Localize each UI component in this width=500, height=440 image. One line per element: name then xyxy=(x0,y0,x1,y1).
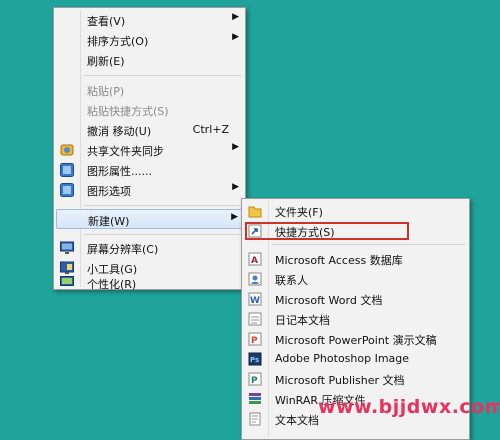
menu-item-undo-move[interactable]: 撤消 移动(U) Ctrl+Z xyxy=(56,120,243,140)
graphics-properties-label: 图形属性...... xyxy=(87,165,152,178)
folder-label: 文件夹(F) xyxy=(275,206,323,219)
submenu-arrow-icon: ▶ xyxy=(232,12,239,22)
personalize-icon xyxy=(60,276,74,290)
submenu-arrow-icon: ▶ xyxy=(231,212,238,222)
submenu-arrow-icon: ▶ xyxy=(232,182,239,192)
submenu-arrow-icon: ▶ xyxy=(232,32,239,42)
powerpoint-icon: P xyxy=(248,332,262,346)
svg-text:Ps: Ps xyxy=(250,356,259,364)
menu-item-share-sync[interactable]: 共享文件夹同步 ▶ xyxy=(56,140,243,160)
share-sync-label: 共享文件夹同步 xyxy=(87,145,164,158)
svg-text:P: P xyxy=(251,336,258,346)
refresh-label: 刷新(E) xyxy=(87,55,125,68)
new-label: 新建(W) xyxy=(88,215,130,228)
menu-item-paste[interactable]: 粘贴(P) xyxy=(56,80,243,100)
contact-label: 联系人 xyxy=(275,274,308,287)
gadgets-label: 小工具(G) xyxy=(87,263,138,276)
word-icon: W xyxy=(248,292,262,306)
menu-item-gadgets[interactable]: 小工具(G) xyxy=(56,258,243,278)
undo-move-label: 撤消 移动(U) xyxy=(87,125,152,138)
access-icon: A xyxy=(248,252,262,266)
personalize-label: 个性化(R) xyxy=(87,278,137,291)
winrar-icon xyxy=(248,392,262,406)
screen-resolution-label: 屏幕分辨率(C) xyxy=(87,243,159,256)
highlight-box xyxy=(245,222,409,240)
paste-shortcut-label: 粘贴快捷方式(S) xyxy=(87,105,169,118)
svg-text:P: P xyxy=(251,376,258,386)
menu-item-personalize[interactable]: 个性化(R) xyxy=(56,276,243,291)
menu-separator xyxy=(84,234,241,235)
gadgets-icon xyxy=(60,261,74,275)
access-label: Microsoft Access 数据库 xyxy=(275,254,403,267)
undo-shortcut-key: Ctrl+Z xyxy=(192,123,229,136)
publisher-label: Microsoft Publisher 文档 xyxy=(275,374,405,387)
submenu-item-publisher[interactable]: P Microsoft Publisher 文档 xyxy=(244,369,467,389)
journal-icon xyxy=(248,312,262,326)
submenu-item-contact[interactable]: 联系人 xyxy=(244,269,467,289)
menu-item-paste-shortcut[interactable]: 粘贴快捷方式(S) xyxy=(56,100,243,120)
submenu-item-photoshop[interactable]: Ps Adobe Photoshop Image xyxy=(244,349,467,369)
submenu-item-powerpoint[interactable]: P Microsoft PowerPoint 演示文稿 xyxy=(244,329,467,349)
photoshop-label: Adobe Photoshop Image xyxy=(275,352,410,365)
submenu-item-word[interactable]: W Microsoft Word 文档 xyxy=(244,289,467,309)
menu-item-graphics-options[interactable]: 图形选项 ▶ xyxy=(56,180,243,200)
menu-item-new[interactable]: 新建(W) ▶ xyxy=(56,209,243,229)
menu-separator xyxy=(272,244,465,245)
sort-label: 排序方式(O) xyxy=(87,35,149,48)
folder-icon xyxy=(248,204,262,218)
submenu-item-folder[interactable]: 文件夹(F) xyxy=(244,201,467,221)
photoshop-icon: Ps xyxy=(248,352,262,366)
submenu-item-access[interactable]: A Microsoft Access 数据库 xyxy=(244,249,467,269)
menu-separator xyxy=(84,75,241,76)
submenu-item-journal[interactable]: 日记本文档 xyxy=(244,309,467,329)
menu-item-sort[interactable]: 排序方式(O) ▶ xyxy=(56,30,243,50)
menu-item-screen-resolution[interactable]: 屏幕分辨率(C) xyxy=(56,238,243,258)
contact-icon xyxy=(248,272,262,286)
journal-label: 日记本文档 xyxy=(275,314,330,327)
svg-text:W: W xyxy=(250,296,260,306)
paste-label: 粘贴(P) xyxy=(87,85,125,98)
sync-folder-icon xyxy=(60,143,74,157)
text-document-icon xyxy=(248,412,262,426)
menu-separator xyxy=(84,205,241,206)
word-label: Microsoft Word 文档 xyxy=(275,294,383,307)
menu-item-refresh[interactable]: 刷新(E) xyxy=(56,50,243,70)
menu-item-graphics-properties[interactable]: 图形属性...... xyxy=(56,160,243,180)
svg-text:A: A xyxy=(251,256,258,266)
graphics-properties-icon xyxy=(60,163,74,177)
menu-item-view[interactable]: 查看(V) ▶ xyxy=(56,10,243,30)
watermark-text: www.bjjdwx.com xyxy=(318,396,500,418)
desktop-context-menu: 查看(V) ▶ 排序方式(O) ▶ 刷新(E) 粘贴(P) 粘贴快捷方式(S) … xyxy=(53,7,246,291)
graphics-options-icon xyxy=(60,183,74,197)
powerpoint-label: Microsoft PowerPoint 演示文稿 xyxy=(275,334,437,347)
view-label: 查看(V) xyxy=(87,15,126,28)
monitor-icon xyxy=(60,241,74,255)
graphics-options-label: 图形选项 xyxy=(87,185,131,198)
submenu-arrow-icon: ▶ xyxy=(232,142,239,152)
publisher-icon: P xyxy=(248,372,262,386)
